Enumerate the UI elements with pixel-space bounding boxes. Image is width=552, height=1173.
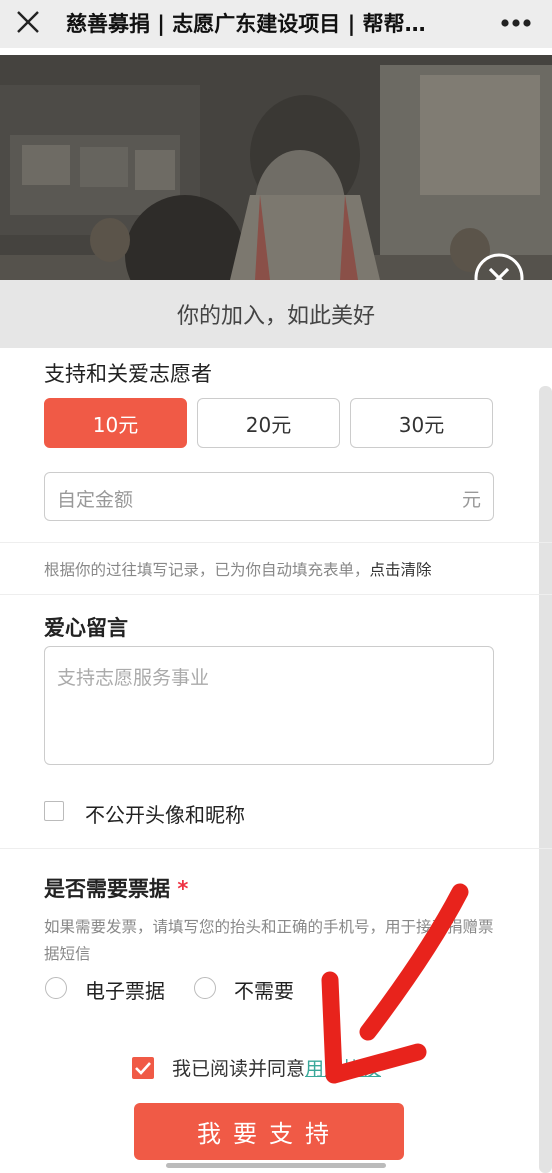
message-heading: 爱心留言 — [44, 616, 128, 640]
home-indicator — [166, 1163, 386, 1168]
more-icon[interactable] — [496, 8, 536, 38]
anonymous-checkbox[interactable] — [44, 801, 64, 821]
divider — [0, 594, 552, 595]
message-textarea[interactable]: 支持志愿服务事业 — [44, 646, 494, 765]
radio-label-none: 不需要 — [234, 979, 294, 1003]
clear-autofill-link[interactable]: 点击清除 — [370, 561, 432, 579]
anonymous-label: 不公开头像和昵称 — [85, 803, 245, 827]
user-agreement-link[interactable]: 用户协议 — [305, 1058, 381, 1080]
autofill-hint: 根据你的过往填写记录，已为你自动填充表单，点击清除 — [44, 558, 432, 580]
top-nav-bar: 慈善募捐 | 志愿广东建设项目 | 帮帮… — [0, 0, 552, 48]
radio-label-electronic: 电子票据 — [85, 979, 165, 1003]
checkmark-icon — [135, 1062, 151, 1075]
required-mark: * — [177, 877, 189, 901]
autofill-hint-text: 根据你的过往填写记录，已为你自动填充表单， — [44, 561, 370, 579]
slogan-text: 你的加入，如此美好 — [176, 304, 375, 329]
agreement-text: 我已阅读并同意用户协议 — [172, 1054, 381, 1081]
hero-image — [0, 55, 552, 280]
page-title: 慈善募捐 | 志愿广东建设项目 | 帮帮… — [66, 12, 426, 36]
custom-amount-input[interactable]: 自定金额 元 — [44, 472, 494, 521]
amount-option-30[interactable]: 30元 — [350, 398, 493, 448]
message-placeholder: 支持志愿服务事业 — [57, 667, 210, 689]
agreement-checkbox[interactable] — [132, 1057, 154, 1079]
radio-electronic-receipt[interactable] — [45, 977, 67, 999]
divider — [0, 848, 552, 849]
divider — [0, 542, 552, 543]
receipt-heading-text: 是否需要票据 — [44, 877, 170, 901]
currency-unit: 元 — [461, 489, 481, 511]
close-icon[interactable] — [12, 6, 44, 38]
scrollbar[interactable] — [539, 386, 552, 1173]
amount-option-10[interactable]: 10元 — [44, 398, 187, 448]
submit-button[interactable]: 我要支持 — [134, 1103, 404, 1160]
custom-amount-placeholder: 自定金额 — [57, 489, 134, 511]
receipt-description: 如果需要发票，请填写您的抬头和正确的手机号，用于接受捐赠票据短信 — [44, 918, 494, 963]
amount-heading: 支持和关爱志愿者 — [44, 362, 212, 386]
receipt-heading: 是否需要票据 * — [44, 873, 188, 903]
hero-photo — [0, 55, 552, 280]
agreement-label: 我已阅读并同意 — [172, 1058, 306, 1080]
amount-option-20[interactable]: 20元 — [197, 398, 340, 448]
radio-no-receipt[interactable] — [194, 977, 216, 999]
